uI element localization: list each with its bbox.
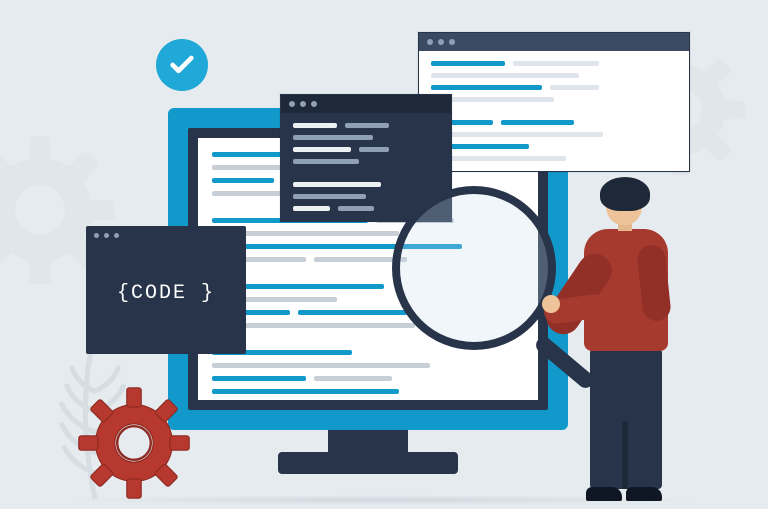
- code-label: {CODE }: [86, 282, 246, 305]
- person-illustration: [550, 171, 690, 501]
- window-titlebar: [281, 95, 451, 113]
- window-titlebar: [419, 33, 689, 51]
- window-titlebar: [86, 226, 246, 244]
- code-review-illustration: {CODE }: [0, 0, 768, 509]
- magnifying-glass-icon: [392, 186, 568, 362]
- code-card: {CODE }: [86, 226, 246, 354]
- gear-red-icon: [74, 383, 194, 503]
- checkmark-badge-icon: [156, 39, 208, 91]
- code-panel-light: [418, 32, 690, 172]
